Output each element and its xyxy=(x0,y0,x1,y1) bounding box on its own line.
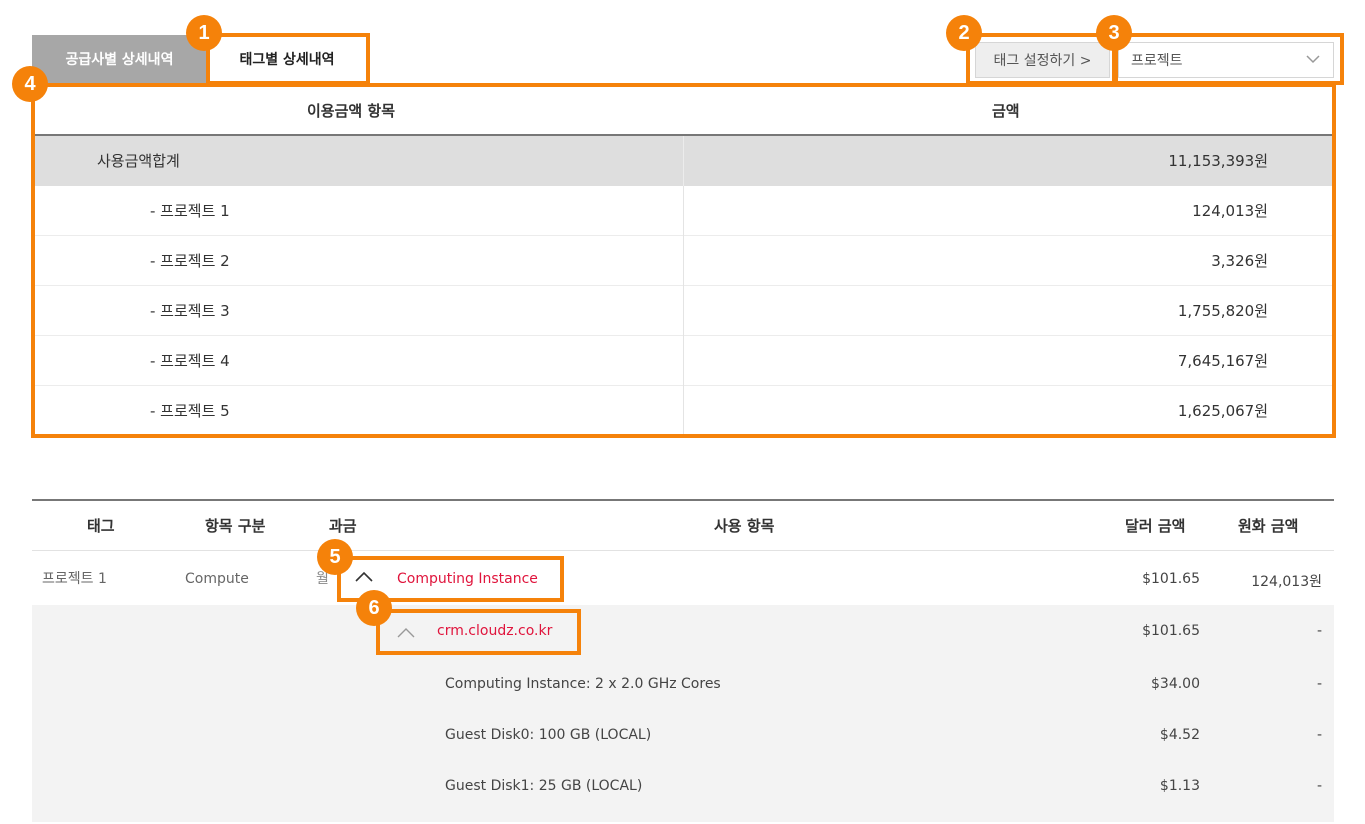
summary-total-row: 사용금액합계 11,153,393원 xyxy=(32,136,1334,186)
detail-category: Compute xyxy=(185,571,249,587)
detail-header-krw: 원화 금액 xyxy=(1238,517,1299,535)
column-divider xyxy=(683,286,684,336)
project-select-value: 프로젝트 xyxy=(1131,53,1183,69)
detail-item: Guest Disk0: 100 GB (LOCAL) xyxy=(445,727,652,743)
detail-row: Guest Disk0: 100 GB (LOCAL) $4.52 - xyxy=(32,709,1334,760)
summary-row-amount: 7,645,167원 xyxy=(1177,352,1268,370)
tab-supplier-details[interactable]: 공급사별 상세내역 xyxy=(32,35,207,83)
detail-row: 프로젝트 1 Compute 월 Computing Instance $101… xyxy=(32,552,1334,605)
summary-row-label: - 프로젝트 4 xyxy=(150,352,230,370)
annotation-badge-3: 3 xyxy=(1096,15,1132,51)
detail-krw: - xyxy=(1316,727,1322,743)
annotation-badge-4: 4 xyxy=(12,66,48,102)
summary-row: - 프로젝트 1 124,013원 xyxy=(32,186,1334,236)
summary-row-amount: 1,755,820원 xyxy=(1177,302,1268,320)
summary-row-label: - 프로젝트 1 xyxy=(150,202,230,220)
project-select[interactable]: 프로젝트 xyxy=(1118,42,1334,78)
annotation-badge-2: 2 xyxy=(946,15,982,51)
detail-header-usd: 달러 금액 xyxy=(1125,517,1186,535)
detail-usd: $101.65 xyxy=(1142,571,1200,587)
computing-instance-link[interactable]: Computing Instance xyxy=(397,571,538,587)
column-divider xyxy=(683,186,684,236)
summary-header-item: 이용금액 항목 xyxy=(307,102,396,120)
summary-row: - 프로젝트 5 1,625,067원 xyxy=(32,386,1334,436)
detail-row: crm.cloudz.co.kr $101.65 - xyxy=(32,605,1334,658)
annotation-badge-1: 1 xyxy=(186,15,222,51)
tab-tag-label: 태그별 상세내역 xyxy=(239,52,335,68)
tag-settings-label: 태그 설정하기 > xyxy=(993,53,1092,69)
chevron-up-icon[interactable] xyxy=(354,569,374,585)
summary-total-amount: 11,153,393원 xyxy=(1168,152,1268,170)
column-divider xyxy=(683,386,684,436)
column-divider xyxy=(683,336,684,386)
tab-tag-details[interactable]: 태그별 상세내역 xyxy=(207,35,367,83)
detail-usd: $101.65 xyxy=(1142,623,1200,639)
detail-item: Guest Disk1: 25 GB (LOCAL) xyxy=(445,778,643,794)
detail-row: Computing Instance: 2 x 2.0 GHz Cores $3… xyxy=(32,658,1334,709)
summary-header-amount: 금액 xyxy=(992,102,1020,120)
summary-row-label: - 프로젝트 2 xyxy=(150,252,230,270)
detail-krw: - xyxy=(1316,623,1322,639)
summary-header: 이용금액 항목 금액 xyxy=(32,86,1334,136)
detail-krw: - xyxy=(1316,778,1322,794)
detail-item: Computing Instance: 2 x 2.0 GHz Cores xyxy=(445,676,721,692)
summary-row: - 프로젝트 4 7,645,167원 xyxy=(32,336,1334,386)
detail-table-header: 태그 항목 구분 과금 사용 항목 달러 금액 원화 금액 xyxy=(32,501,1334,551)
chevron-up-icon[interactable] xyxy=(396,625,416,641)
summary-row-amount: 3,326원 xyxy=(1211,252,1268,270)
detail-usd: $34.00 xyxy=(1151,676,1200,692)
summary-row-label: - 프로젝트 5 xyxy=(150,402,230,420)
detail-header-category: 항목 구분 xyxy=(205,517,266,535)
detail-krw: - xyxy=(1316,676,1322,692)
usage-summary-table: 이용금액 항목 금액 사용금액합계 11,153,393원 - 프로젝트 1 1… xyxy=(32,86,1334,438)
summary-row-label: - 프로젝트 3 xyxy=(150,302,230,320)
column-divider xyxy=(683,236,684,286)
detail-usd: $1.13 xyxy=(1159,778,1200,794)
summary-row: - 프로젝트 3 1,755,820원 xyxy=(32,286,1334,336)
detail-header-usage-item: 사용 항목 xyxy=(714,517,775,535)
annotation-badge-5: 5 xyxy=(317,539,353,575)
summary-row-amount: 1,625,067원 xyxy=(1177,402,1268,420)
detail-row: Guest Disk1: 25 GB (LOCAL) $1.13 - xyxy=(32,760,1334,822)
detail-usd: $4.52 xyxy=(1159,727,1200,743)
tab-supplier-label: 공급사별 상세내역 xyxy=(65,52,174,68)
chevron-down-icon xyxy=(1305,51,1321,67)
column-divider xyxy=(683,136,684,186)
detail-header-tag: 태그 xyxy=(87,517,115,535)
host-link[interactable]: crm.cloudz.co.kr xyxy=(437,623,552,639)
summary-total-label: 사용금액합계 xyxy=(97,152,180,170)
tag-settings-button[interactable]: 태그 설정하기 > xyxy=(975,42,1110,78)
detail-tag: 프로젝트 1 xyxy=(42,571,107,587)
annotation-badge-6: 6 xyxy=(356,590,392,626)
summary-row-amount: 124,013원 xyxy=(1192,202,1268,220)
detail-krw: 124,013원 xyxy=(1251,574,1322,590)
detail-header-billing: 과금 xyxy=(329,517,357,535)
summary-row: - 프로젝트 2 3,326원 xyxy=(32,236,1334,286)
